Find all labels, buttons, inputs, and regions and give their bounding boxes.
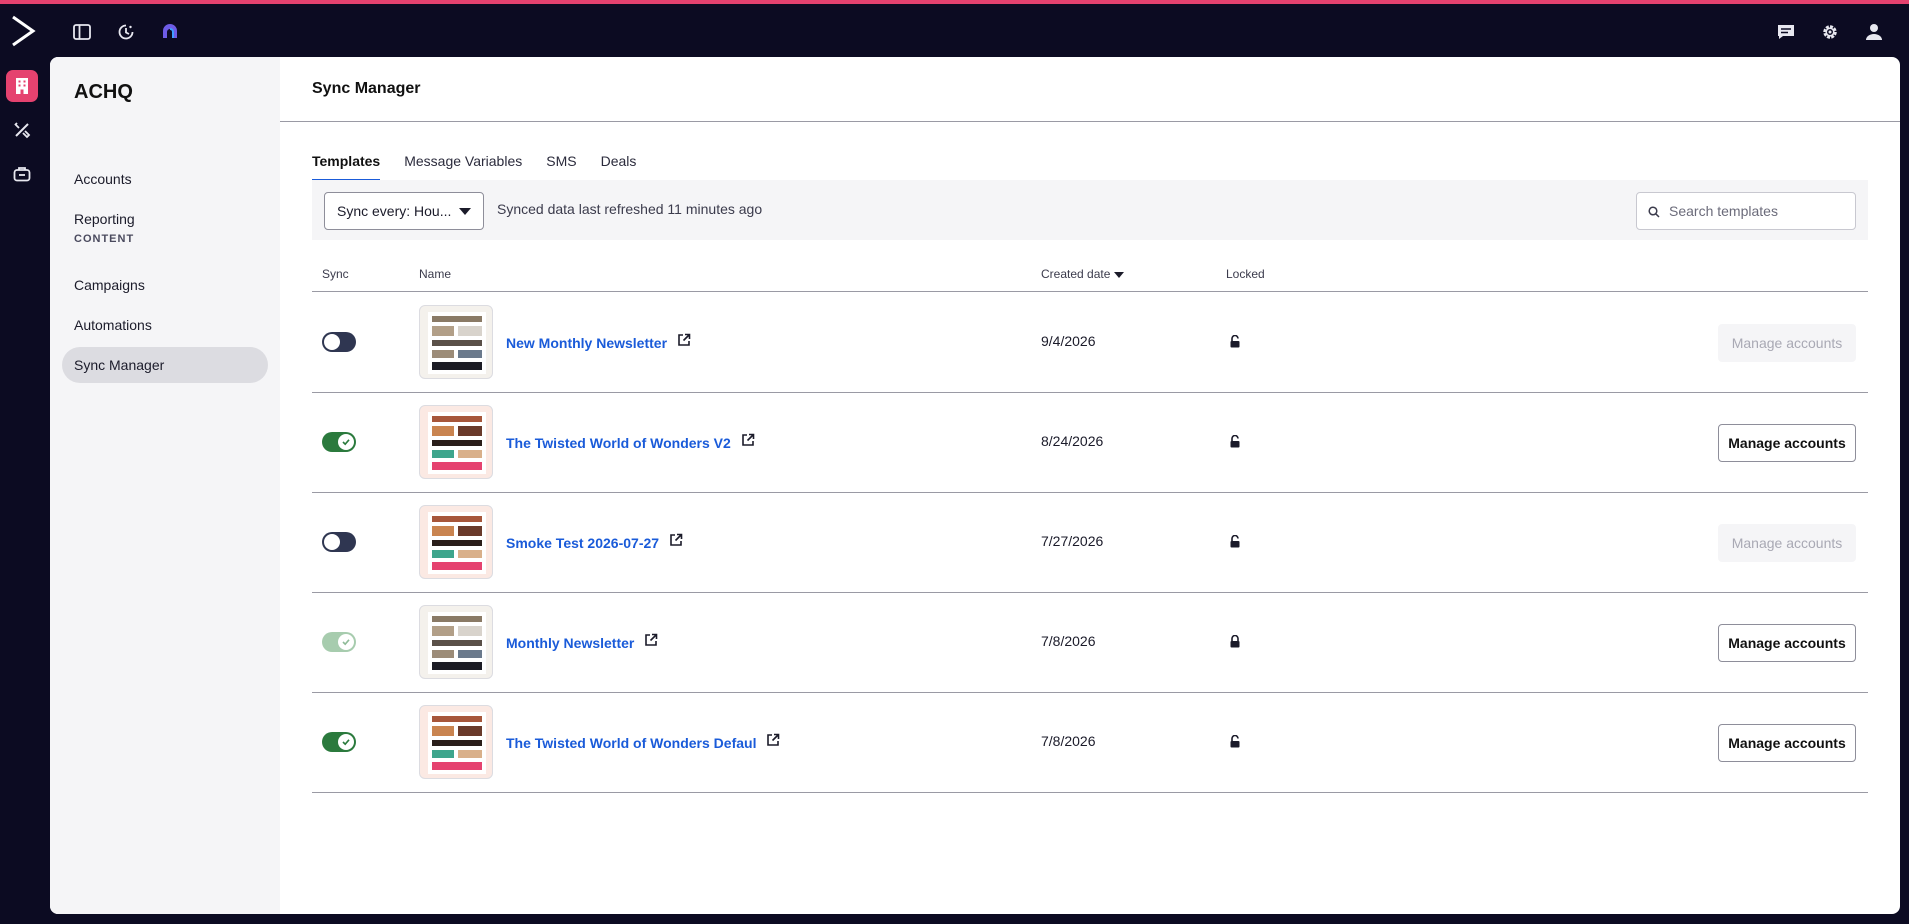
top-bar (0, 4, 1909, 57)
sidebar-item-accounts[interactable]: Accounts (62, 161, 268, 197)
table-row: Smoke Test 2026-07-27 7/27/2026 Manage a… (312, 493, 1868, 593)
toggle-knob (324, 334, 340, 350)
sync-frequency-value: Sync every: Hou... (337, 203, 452, 219)
unlock-icon (1229, 534, 1241, 553)
tab-bar: Templates Message Variables SMS Deals (312, 151, 636, 181)
template-thumbnail (419, 405, 493, 479)
recent-clock-icon[interactable] (114, 20, 138, 44)
toggle-knob (338, 734, 354, 750)
toolbar: Sync every: Hou... Synced data last refr… (312, 180, 1868, 240)
template-thumbnail (419, 305, 493, 379)
tab-deals[interactable]: Deals (601, 151, 637, 181)
external-link-icon[interactable] (677, 333, 691, 352)
org-title: ACHQ (74, 81, 133, 103)
external-link-icon[interactable] (644, 633, 658, 652)
table-row: The Twisted World of Wonders V2 8/24/202… (312, 393, 1868, 493)
sidebar-item-campaigns[interactable]: Campaigns (62, 267, 268, 303)
table-row: The Twisted World of Wonders Defaul 7/8/… (312, 693, 1868, 793)
refresh-status: Synced data last refreshed 11 minutes ag… (497, 201, 763, 217)
external-link-icon[interactable] (669, 533, 683, 552)
content-panel: ACHQ Accounts Reporting CONTENT Campaign… (50, 57, 1900, 914)
sync-toggle[interactable] (322, 632, 356, 652)
user-icon[interactable] (1862, 20, 1886, 44)
search-input[interactable] (1669, 193, 1849, 229)
toggle-knob (324, 534, 340, 550)
template-name-link[interactable]: The Twisted World of Wonders V2 (506, 435, 731, 451)
app-rail (0, 57, 50, 924)
unlock-icon (1229, 334, 1241, 353)
chevron-down-icon (459, 208, 471, 215)
manage-accounts-button[interactable]: Manage accounts (1718, 524, 1856, 562)
sync-toggle[interactable] (322, 532, 356, 552)
created-date: 7/27/2026 (1041, 533, 1104, 549)
column-locked: Locked (1226, 267, 1265, 281)
search-box[interactable] (1636, 192, 1856, 230)
lock-icon (1229, 634, 1241, 653)
column-name: Name (419, 267, 452, 281)
sidebar-item-reporting[interactable]: Reporting (62, 201, 268, 237)
column-created-date[interactable]: Created date (1041, 267, 1125, 281)
tab-sms[interactable]: SMS (546, 151, 576, 181)
page-header: Sync Manager (280, 57, 1900, 122)
sync-frequency-select[interactable]: Sync every: Hou... (324, 192, 484, 230)
created-date: 7/8/2026 (1041, 633, 1096, 649)
created-date: 7/8/2026 (1041, 733, 1096, 749)
template-name-link[interactable]: Monthly Newsletter (506, 635, 634, 651)
created-date: 9/4/2026 (1041, 333, 1096, 349)
manage-accounts-button[interactable]: Manage accounts (1718, 724, 1856, 762)
sidebar-section-content: CONTENT (74, 233, 135, 245)
panel-toggle-icon[interactable] (70, 20, 94, 44)
sidebar-item-automations[interactable]: Automations (62, 307, 268, 343)
table-header: Sync Name Created date Locked (312, 256, 1868, 292)
unlock-icon (1229, 434, 1241, 453)
manage-accounts-button[interactable]: Manage accounts (1718, 424, 1856, 462)
table-row: Monthly Newsletter 7/8/2026 Manage accou… (312, 593, 1868, 693)
sort-desc-icon (1114, 271, 1125, 278)
tools-icon[interactable] (6, 114, 38, 146)
gear-icon[interactable] (1818, 20, 1842, 44)
tab-templates[interactable]: Templates (312, 151, 381, 181)
template-name-cell: The Twisted World of Wonders V2 (506, 433, 755, 452)
table-row: New Monthly Newsletter 9/4/2026 Manage a… (312, 293, 1868, 393)
sync-toggle[interactable] (322, 732, 356, 752)
template-name-cell: The Twisted World of Wonders Defaul (506, 733, 780, 752)
template-name-cell: Smoke Test 2026-07-27 (506, 533, 683, 552)
column-created-date-label: Created date (1041, 267, 1111, 281)
sidebar: ACHQ Accounts Reporting CONTENT Campaign… (50, 57, 280, 914)
template-thumbnail (419, 505, 493, 579)
manage-accounts-button[interactable]: Manage accounts (1718, 624, 1856, 662)
template-name-link[interactable]: Smoke Test 2026-07-27 (506, 535, 659, 551)
briefcase-icon[interactable] (6, 158, 38, 190)
toggle-knob (338, 434, 354, 450)
page-title: Sync Manager (312, 80, 421, 97)
template-name-link[interactable]: The Twisted World of Wonders Defaul (506, 735, 756, 751)
sync-toggle[interactable] (322, 432, 356, 452)
template-thumbnail (419, 605, 493, 679)
template-name-cell: New Monthly Newsletter (506, 333, 691, 352)
created-date: 8/24/2026 (1041, 433, 1104, 449)
chat-icon[interactable] (1774, 20, 1798, 44)
external-link-icon[interactable] (766, 733, 780, 752)
main-content: Sync Manager Templates Message Variables… (280, 57, 1900, 914)
template-thumbnail (419, 705, 493, 779)
manage-accounts-button[interactable]: Manage accounts (1718, 324, 1856, 362)
building-icon[interactable] (6, 70, 38, 102)
tab-message-variables[interactable]: Message Variables (404, 151, 522, 181)
unlock-icon (1229, 734, 1241, 753)
external-link-icon[interactable] (741, 433, 755, 452)
sidebar-item-sync-manager[interactable]: Sync Manager (62, 347, 268, 383)
toggle-knob (338, 634, 354, 650)
template-name-link[interactable]: New Monthly Newsletter (506, 335, 667, 351)
search-icon (1648, 205, 1660, 223)
column-sync: Sync (322, 267, 349, 281)
logo-chevron-icon[interactable] (10, 14, 38, 48)
brand-app-icon[interactable] (158, 20, 182, 44)
sync-toggle[interactable] (322, 332, 356, 352)
template-name-cell: Monthly Newsletter (506, 633, 658, 652)
